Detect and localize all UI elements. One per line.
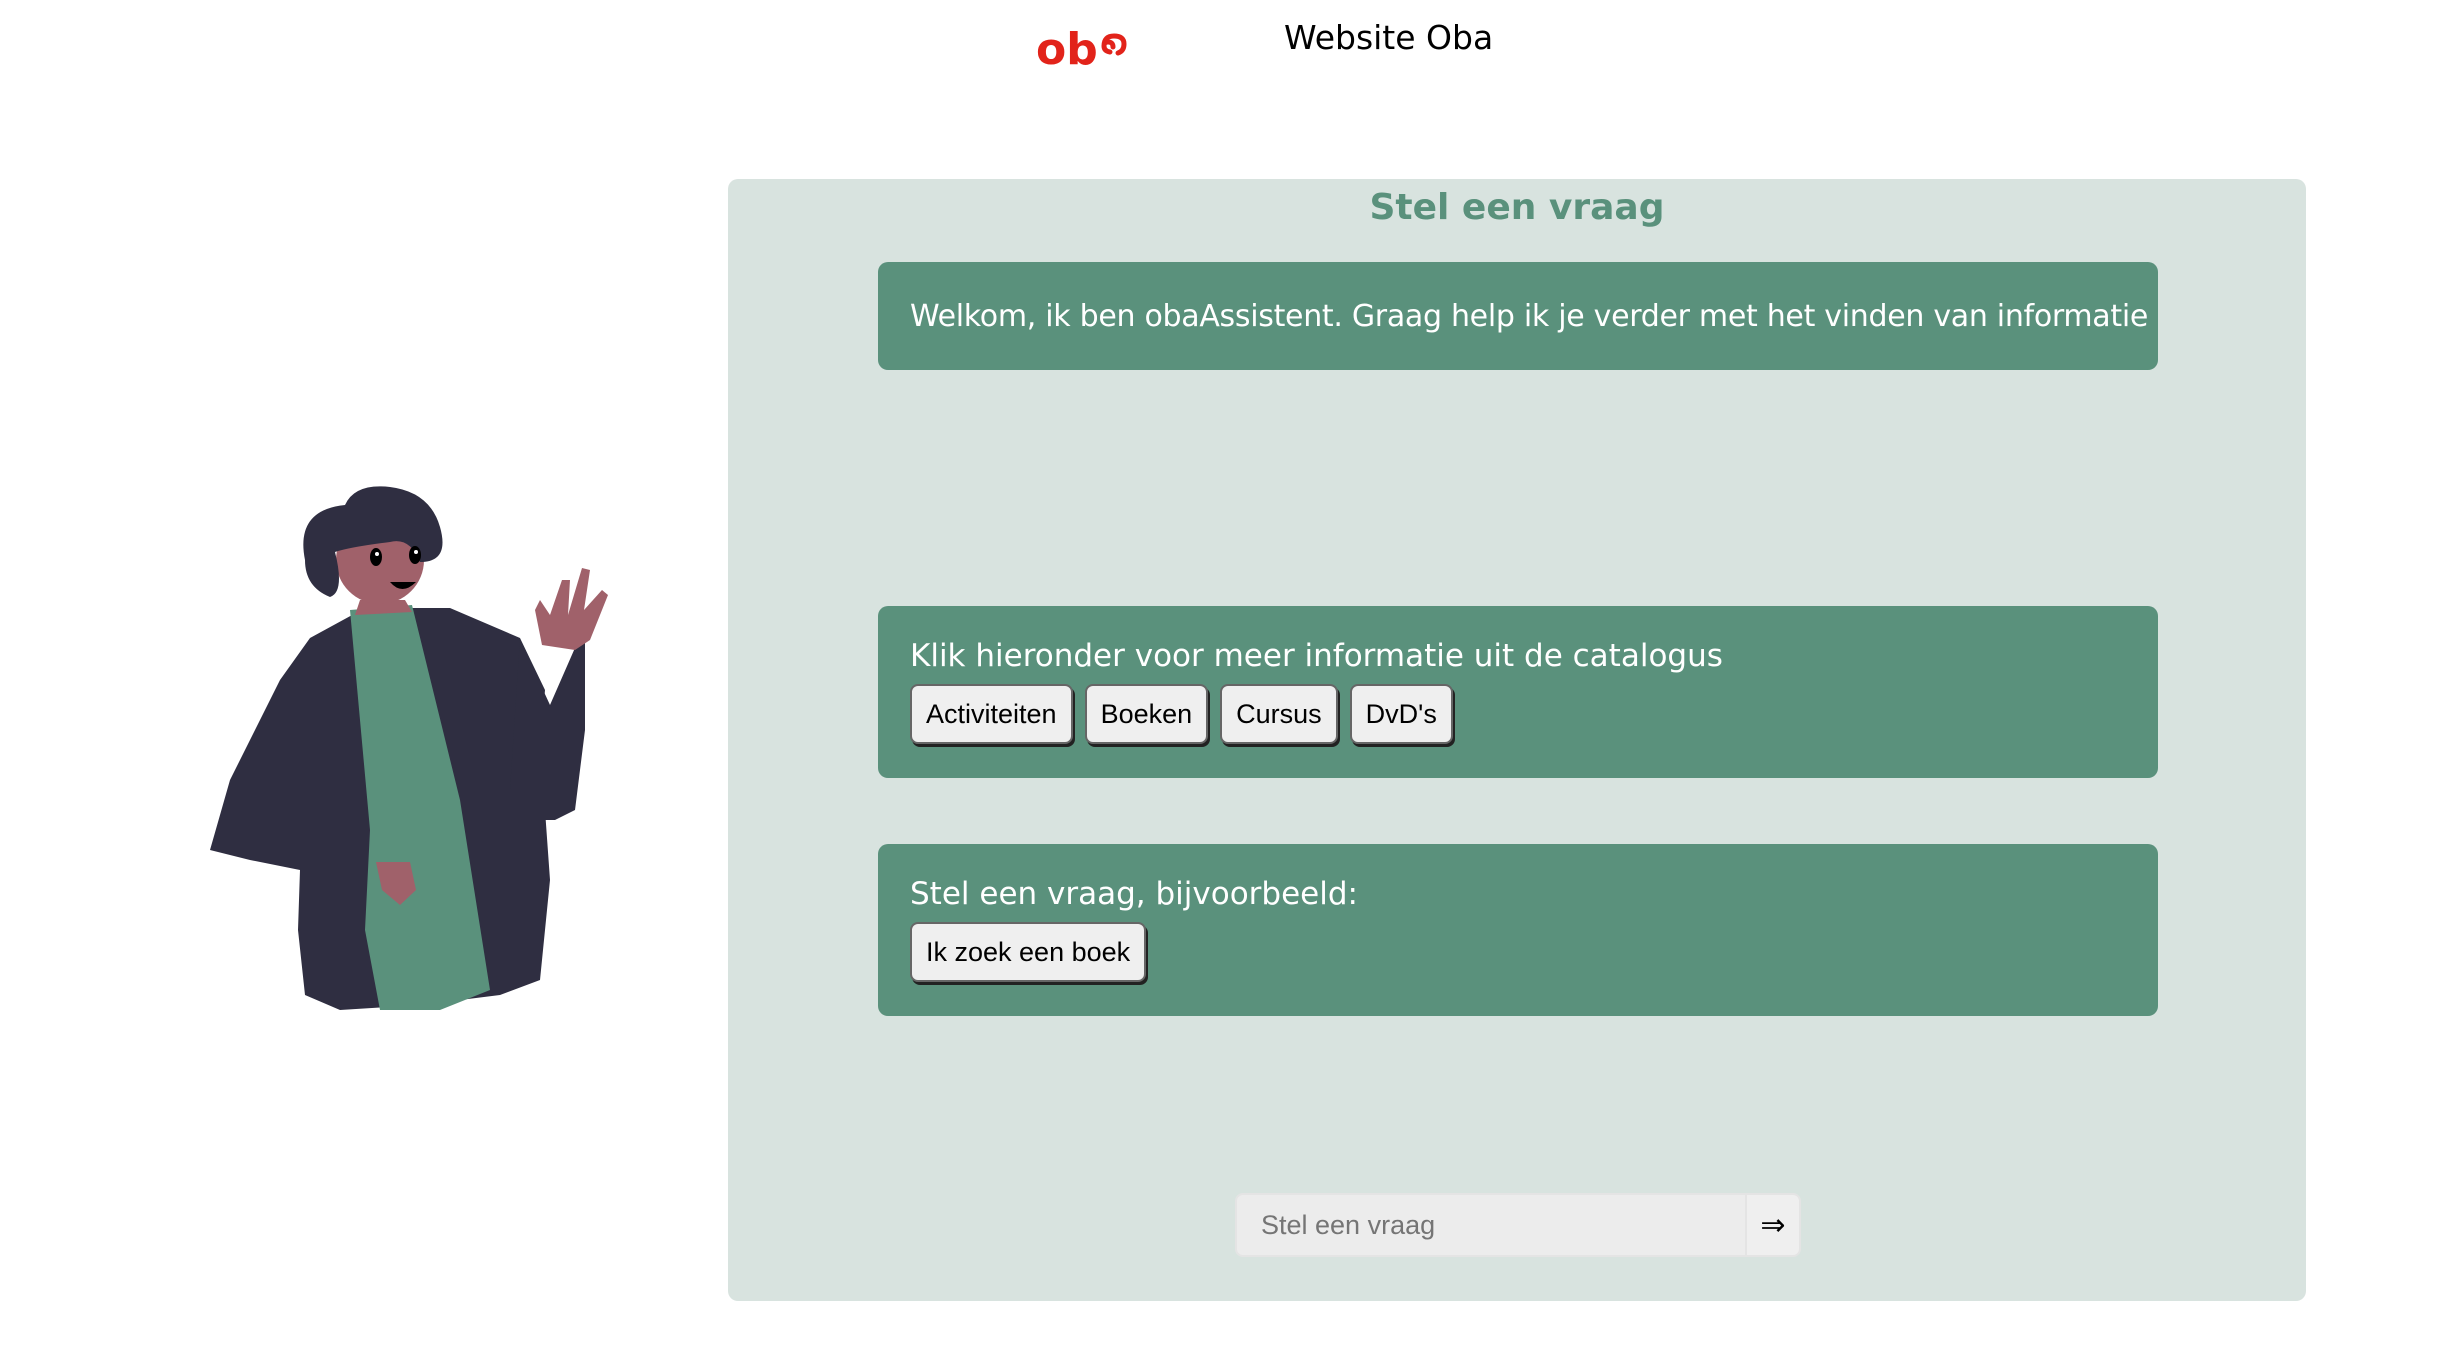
cursus-button[interactable]: Cursus: [1220, 684, 1338, 744]
waving-assistant-illustration: [210, 486, 608, 1010]
example-prompt: Stel een vraag, bijvoorbeeld:: [910, 876, 1358, 912]
svg-text:ob: ob: [1036, 24, 1098, 72]
chat-panel: Stel een vraag Welkom, ik ben obaAssiste…: [728, 179, 2306, 1301]
chat-input-bar: ⇒: [1235, 1193, 1801, 1257]
oba-logo[interactable]: ob: [1036, 18, 1132, 72]
send-button[interactable]: ⇒: [1745, 1193, 1801, 1257]
activiteiten-button[interactable]: Activiteiten: [910, 684, 1073, 744]
catalog-prompt: Klik hieronder voor meer informatie uit …: [910, 638, 1723, 674]
welcome-message: Welkom, ik ben obaAssistent. Graag help …: [878, 262, 2158, 370]
catalog-message: Klik hieronder voor meer informatie uit …: [878, 606, 2158, 778]
ik-zoek-een-boek-button[interactable]: Ik zoek een boek: [910, 922, 1147, 982]
page-header: ob Website Oba: [0, 0, 2444, 100]
website-oba-link[interactable]: Website Oba: [1284, 18, 1493, 57]
boeken-button[interactable]: Boeken: [1084, 684, 1209, 744]
chat-input[interactable]: [1235, 1193, 1745, 1257]
catalog-button-row: Activiteiten Boeken Cursus DvD's: [910, 684, 2126, 744]
dvds-button[interactable]: DvD's: [1349, 684, 1453, 744]
example-message: Stel een vraag, bijvoorbeeld: Ik zoek ee…: [878, 844, 2158, 1016]
chat-title: Stel een vraag: [1369, 187, 1665, 228]
welcome-text: Welkom, ik ben obaAssistent. Graag help …: [910, 298, 2149, 334]
send-arrow-icon: ⇒: [1760, 1208, 1786, 1242]
example-button-row: Ik zoek een boek: [910, 922, 2126, 982]
